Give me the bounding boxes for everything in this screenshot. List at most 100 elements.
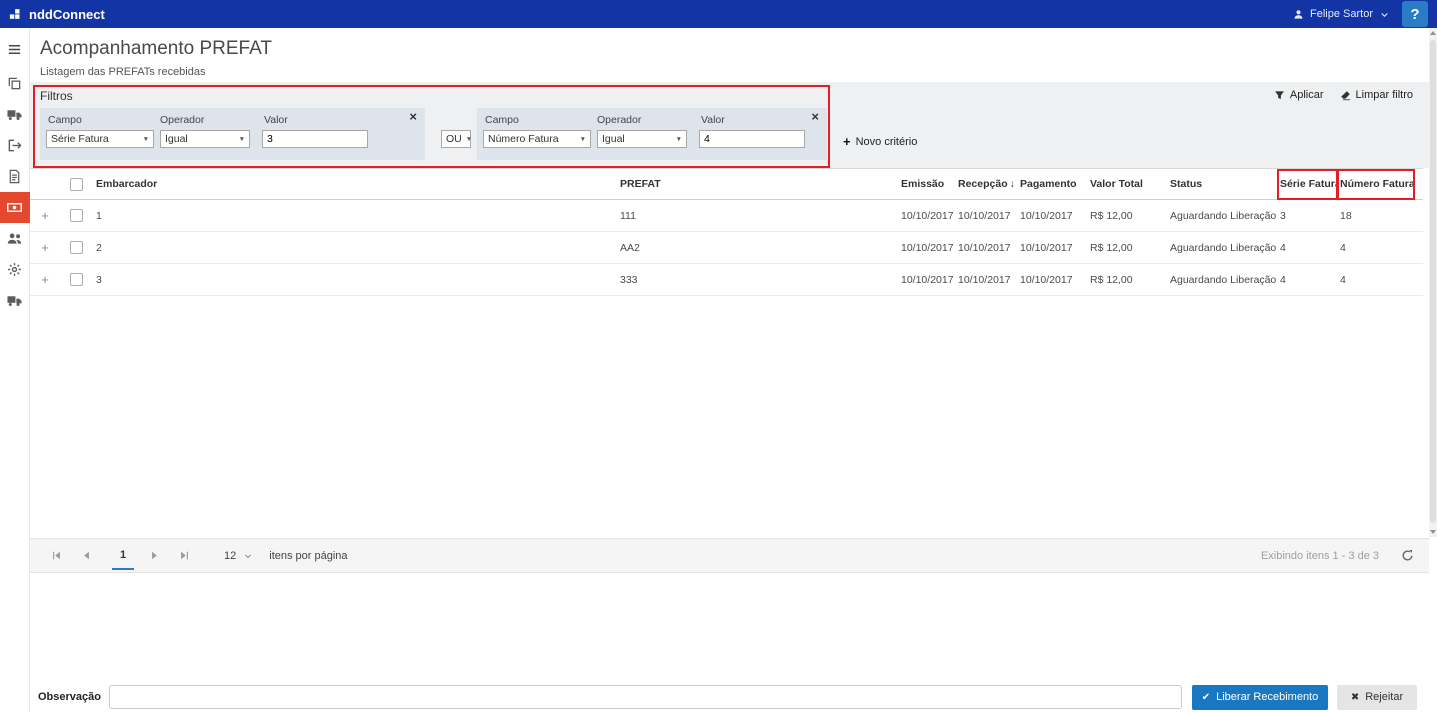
topbar-right: Felipe Sartor ? — [1281, 0, 1437, 28]
vertical-scrollbar[interactable] — [1429, 28, 1437, 537]
page-size-label: itens por página — [269, 549, 348, 562]
cell-recepcao: 10/10/2017 — [958, 274, 1011, 286]
dropdown-arrow-icon: ▼ — [675, 135, 682, 143]
sidebar-item-fleet[interactable] — [0, 285, 30, 316]
copy-icon — [8, 77, 21, 90]
chevron-down-icon — [245, 554, 252, 558]
menu-toggle-button[interactable] — [7, 38, 22, 60]
expand-row-button[interactable]: + — [41, 208, 49, 223]
document-icon — [9, 169, 20, 184]
remove-criterion-2-button[interactable]: × — [811, 110, 819, 123]
column-header-prefat[interactable]: PREFAT — [617, 169, 898, 199]
operator-select-2[interactable]: Igual ▼ — [597, 130, 687, 148]
filters-title: Filtros — [40, 89, 73, 103]
first-page-icon — [52, 551, 60, 560]
cell-status: Aguardando Liberação — [1170, 210, 1277, 222]
cell-valor-total: R$ 12,00 — [1090, 210, 1133, 222]
next-page-button[interactable] — [142, 544, 166, 568]
column-header-embarcador[interactable]: Embarcador — [93, 169, 617, 199]
expand-row-button[interactable]: + — [41, 240, 49, 255]
row-3-checkbox[interactable] — [70, 273, 83, 286]
new-criterion-label: Novo critério — [855, 135, 918, 148]
scroll-up-arrow[interactable] — [1430, 31, 1436, 35]
sort-descending-icon: ↓ — [1009, 178, 1015, 190]
column-header-recepcao[interactable]: Recepção ↓ — [955, 169, 1017, 199]
sidebar-item-exit[interactable] — [0, 130, 30, 161]
column-header-serie-fatura[interactable]: Série Fatura — [1277, 169, 1337, 199]
sidebar-item-documents[interactable] — [0, 68, 30, 99]
row-1-checkbox[interactable] — [70, 209, 83, 222]
value-label: Valor — [701, 114, 725, 126]
filter-criterion-1: × Campo Operador Valor Série Fatura ▼ Ig… — [40, 108, 425, 160]
plus-icon: + — [843, 134, 851, 149]
field-select-1[interactable]: Série Fatura ▼ — [46, 130, 154, 148]
reject-button[interactable]: ✖ Rejeitar — [1337, 684, 1417, 710]
dropdown-arrow-icon: ▼ — [579, 135, 586, 143]
page-size-select[interactable]: 12 — [224, 550, 253, 562]
eraser-icon — [1340, 90, 1350, 100]
truck-icon — [7, 296, 22, 307]
previous-page-button[interactable] — [74, 544, 98, 568]
last-page-button[interactable] — [172, 544, 196, 568]
refresh-button[interactable] — [1399, 548, 1415, 564]
grid-row-1[interactable]: + 1 111 10/10/2017 10/10/2017 10/10/2017… — [30, 200, 1423, 232]
new-criterion-button[interactable]: + Novo critério — [843, 134, 917, 149]
cell-pagamento: 10/10/2017 — [1020, 242, 1073, 254]
refresh-icon — [1402, 549, 1412, 561]
observation-input[interactable] — [108, 685, 1182, 709]
value-input-2[interactable] — [699, 130, 805, 148]
page-subtitle: Listagem das PREFATs recebidas — [40, 66, 206, 78]
check-icon: ✔ — [1201, 691, 1211, 703]
column-header-numero-fatura[interactable]: Número Fatura — [1337, 169, 1423, 199]
scroll-down-arrow[interactable] — [1430, 530, 1436, 534]
value-input-1[interactable] — [262, 130, 368, 148]
help-button[interactable]: ? — [1402, 1, 1428, 27]
release-receipt-button[interactable]: ✔ Liberar Recebimento — [1192, 684, 1328, 710]
nddconnect-logo-icon — [9, 9, 20, 19]
remove-criterion-1-button[interactable]: × — [409, 110, 417, 123]
column-header-emissao[interactable]: Emissão — [898, 169, 955, 199]
sidebar-item-users[interactable] — [0, 223, 30, 254]
release-receipt-label: Liberar Recebimento — [1216, 691, 1319, 703]
field-select-2[interactable]: Número Fatura ▼ — [483, 130, 591, 148]
page-title: Acompanhamento PREFAT — [40, 38, 272, 59]
sidebar-item-shipping[interactable] — [0, 99, 30, 130]
column-header-status[interactable]: Status — [1167, 169, 1277, 199]
filter-criterion-2: × Campo Operador Valor Número Fatura ▼ I… — [477, 108, 827, 160]
hamburger-icon — [8, 44, 21, 54]
apply-filter-button[interactable]: Aplicar — [1274, 89, 1324, 101]
sidebar-item-settings[interactable] — [0, 254, 30, 285]
current-page[interactable]: 1 — [112, 542, 134, 570]
cell-emissao: 10/10/2017 — [901, 210, 954, 222]
pager-info: Exibindo itens 1 - 3 de 3 — [1260, 549, 1379, 562]
value-label: Valor — [264, 114, 288, 126]
sidebar-item-reports[interactable] — [0, 161, 30, 192]
user-menu[interactable]: Felipe Sartor — [1281, 8, 1402, 20]
dropdown-arrow-icon: ▼ — [142, 135, 149, 143]
field-select-2-value: Número Fatura — [488, 133, 559, 145]
clear-filter-label: Limpar filtro — [1355, 89, 1413, 101]
operator-label: Operador — [160, 114, 205, 126]
connector-select[interactable]: OU ▼ — [441, 130, 472, 148]
cell-recepcao: 10/10/2017 — [958, 210, 1011, 222]
scrollbar-thumb[interactable] — [1430, 40, 1436, 523]
select-all-column-header — [60, 169, 93, 199]
column-header-pagamento[interactable]: Pagamento — [1017, 169, 1087, 199]
previous-page-icon — [83, 551, 89, 560]
cell-serie-fatura: 4 — [1280, 242, 1286, 254]
column-header-recepcao-label: Recepção — [958, 178, 1008, 190]
grid-row-2[interactable]: + 2 AA2 10/10/2017 10/10/2017 10/10/2017… — [30, 232, 1423, 264]
first-page-button[interactable] — [44, 544, 68, 568]
operator-select-1[interactable]: Igual ▼ — [160, 130, 250, 148]
grid-row-3[interactable]: + 3 333 10/10/2017 10/10/2017 10/10/2017… — [30, 264, 1423, 296]
gears-icon — [8, 263, 21, 276]
column-header-valor-total[interactable]: Valor Total — [1087, 169, 1167, 199]
cell-embarcador: 2 — [96, 242, 102, 254]
clear-filter-button[interactable]: Limpar filtro — [1340, 89, 1413, 101]
row-2-checkbox[interactable] — [70, 241, 83, 254]
expand-column-header — [30, 169, 60, 199]
sidebar-item-prefat[interactable] — [0, 192, 30, 223]
select-all-checkbox[interactable] — [70, 177, 83, 191]
expand-row-button[interactable]: + — [41, 272, 49, 287]
page-size-value: 12 — [224, 549, 237, 562]
